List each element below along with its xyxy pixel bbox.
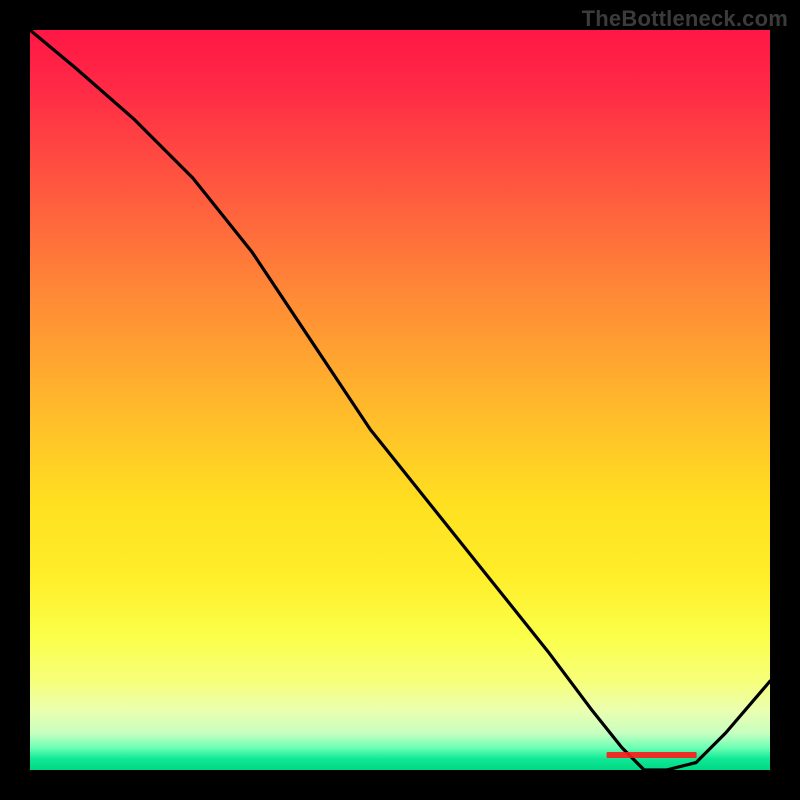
bottleneck-curve	[30, 30, 770, 770]
attribution-label: TheBottleneck.com	[582, 6, 788, 32]
plot-area	[30, 30, 770, 770]
optimal-marker	[607, 752, 697, 758]
chart-frame: TheBottleneck.com	[0, 0, 800, 800]
